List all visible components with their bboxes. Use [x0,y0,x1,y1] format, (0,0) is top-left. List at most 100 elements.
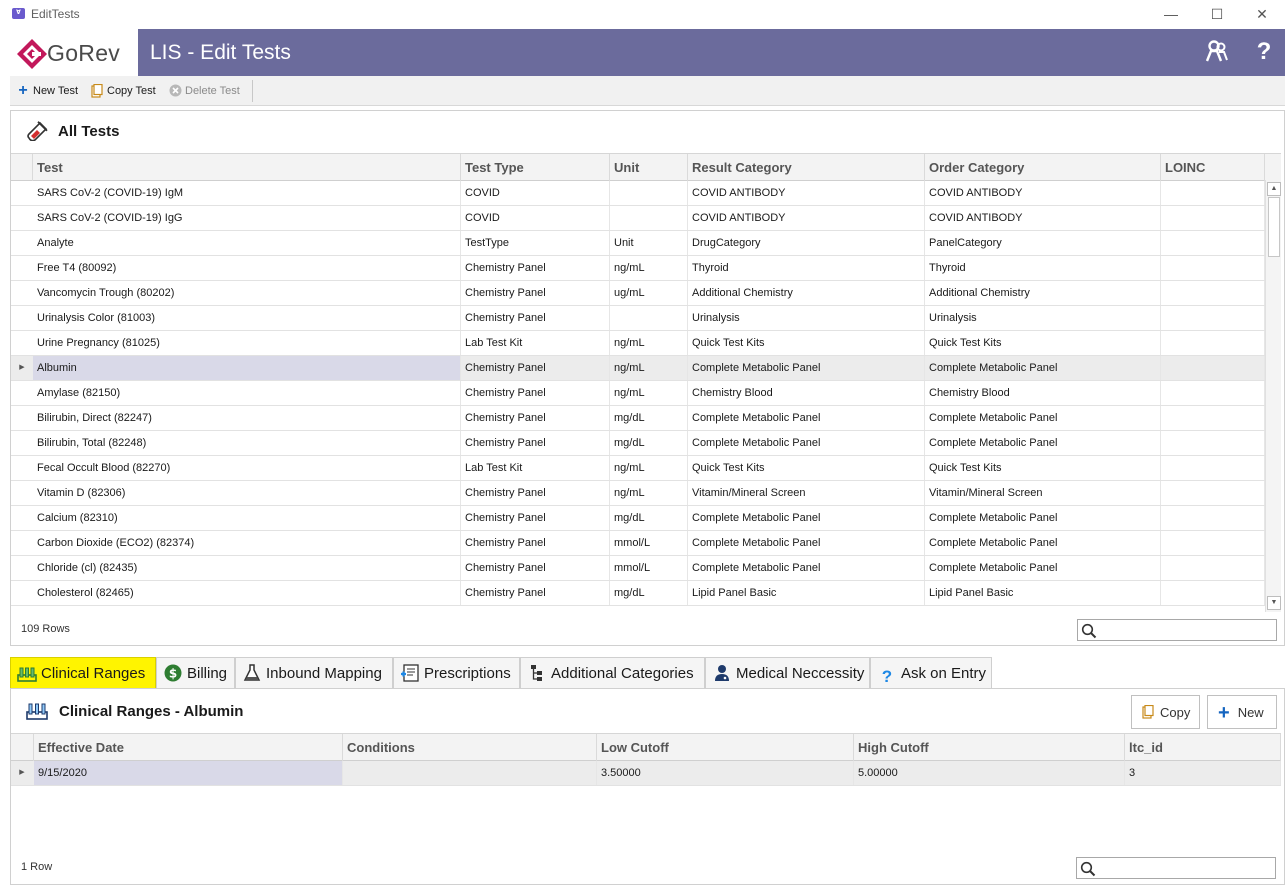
cell-loinc[interactable] [1161,306,1265,330]
cell-unit[interactable]: ng/mL [610,331,688,355]
cell-order-category[interactable]: Quick Test Kits [925,456,1161,480]
cell-order-category[interactable]: Lipid Panel Basic [925,581,1161,605]
cell-ltc-id[interactable]: 3 [1125,761,1281,785]
col-effective-date[interactable]: Effective Date [34,734,343,761]
cell-order-category[interactable]: PanelCategory [925,231,1161,255]
table-row[interactable]: Urinalysis Color (81003) Chemistry Panel U… [11,306,1281,331]
cell-loinc[interactable] [1161,456,1265,480]
cell-order-category[interactable]: Quick Test Kits [925,331,1161,355]
cell-unit[interactable]: ng/mL [610,256,688,280]
table-row[interactable]: SARS CoV-2 (COVID-19) IgM COVID COVID ANTI… [11,181,1281,206]
cell-loinc[interactable] [1161,256,1265,280]
cell-order-category[interactable]: Vitamin/Mineral Screen [925,481,1161,505]
cell-result-category[interactable]: Lipid Panel Basic [688,581,925,605]
cell-unit[interactable] [610,206,688,230]
all-tests-scrollbar[interactable]: ▲ ▼ [1265,180,1281,612]
col-loinc[interactable]: LOINC [1161,154,1265,181]
cell-result-category[interactable]: Complete Metabolic Panel [688,431,925,455]
cell-test-type[interactable]: TestType [461,231,610,255]
cell-result-category[interactable]: Quick Test Kits [688,331,925,355]
cell-test[interactable]: Calcium (82310) [33,506,461,530]
col-test[interactable]: Test [33,154,461,181]
close-button[interactable]: ✕ [1239,2,1285,26]
cell-test-type[interactable]: Chemistry Panel [461,406,610,430]
tab-prescriptions[interactable]: Prescriptions [393,657,520,688]
cell-result-category[interactable]: Complete Metabolic Panel [688,406,925,430]
table-row[interactable]: Bilirubin, Direct (82247) Chemistry Panel… [11,406,1281,431]
table-row[interactable]: Chloride (cl) (82435) Chemistry Panel mmol… [11,556,1281,581]
cell-test[interactable]: Bilirubin, Total (82248) [33,431,461,455]
cell-result-category[interactable]: Complete Metabolic Panel [688,556,925,580]
cell-high-cutoff[interactable]: 5.00000 [854,761,1125,785]
cell-order-category[interactable]: Chemistry Blood [925,381,1161,405]
table-row[interactable]: ▶ Albumin Chemistry Panel ng/mL Complete Met… [11,356,1281,381]
cell-unit[interactable]: ng/mL [610,381,688,405]
table-row[interactable]: Amylase (82150) Chemistry Panel ng/mL Chemi… [11,381,1281,406]
cell-test[interactable]: SARS CoV-2 (COVID-19) IgM [33,181,461,205]
col-conditions[interactable]: Conditions [343,734,597,761]
cell-loinc[interactable] [1161,531,1265,555]
cell-loinc[interactable] [1161,431,1265,455]
cell-test[interactable]: Albumin [33,356,461,380]
cell-test-type[interactable]: COVID [461,206,610,230]
col-test-type[interactable]: Test Type [461,154,610,181]
cell-order-category[interactable]: Complete Metabolic Panel [925,556,1161,580]
cell-unit[interactable]: mmol/L [610,556,688,580]
cell-test[interactable]: Vitamin D (82306) [33,481,461,505]
cell-order-category[interactable]: Complete Metabolic Panel [925,506,1161,530]
cell-test-type[interactable]: Chemistry Panel [461,531,610,555]
cell-test-type[interactable]: Chemistry Panel [461,256,610,280]
cell-effective-date[interactable]: 9/15/2020 [34,761,343,785]
cell-loinc[interactable] [1161,506,1265,530]
cell-loinc[interactable] [1161,206,1265,230]
tab-medical-necessity[interactable]: Medical Neccessity [705,657,870,688]
cell-unit[interactable]: mg/dL [610,431,688,455]
cell-test-type[interactable]: Chemistry Panel [461,506,610,530]
cell-order-category[interactable]: Thyroid [925,256,1161,280]
cell-test[interactable]: Urine Pregnancy (81025) [33,331,461,355]
cell-result-category[interactable]: Vitamin/Mineral Screen [688,481,925,505]
table-row[interactable]: ▶ 9/15/2020 3.50000 5.00000 3 [11,761,1281,786]
table-row[interactable]: Fecal Occult Blood (82270) Lab Test Kit ng… [11,456,1281,481]
cell-loinc[interactable] [1161,181,1265,205]
cell-loinc[interactable] [1161,381,1265,405]
cell-order-category[interactable]: Complete Metabolic Panel [925,406,1161,430]
cell-loinc[interactable] [1161,556,1265,580]
cell-order-category[interactable]: COVID ANTIBODY [925,206,1161,230]
cell-order-category[interactable]: Additional Chemistry [925,281,1161,305]
cell-unit[interactable]: Unit [610,231,688,255]
new-test-button[interactable]: + New Test [16,83,78,99]
col-ltc-id[interactable]: ltc_id [1125,734,1281,761]
cell-low-cutoff[interactable]: 3.50000 [597,761,854,785]
table-row[interactable]: SARS CoV-2 (COVID-19) IgG COVID COVID ANTI… [11,206,1281,231]
cell-loinc[interactable] [1161,581,1265,605]
cell-test-type[interactable]: Chemistry Panel [461,481,610,505]
clinical-ranges-search-input[interactable] [1076,857,1276,879]
cell-unit[interactable]: ng/mL [610,481,688,505]
scroll-up-arrow-icon[interactable]: ▲ [1267,182,1281,196]
cell-unit[interactable]: mmol/L [610,531,688,555]
cell-loinc[interactable] [1161,481,1265,505]
col-high-cutoff[interactable]: High Cutoff [854,734,1125,761]
all-tests-search-input[interactable] [1077,619,1277,641]
scroll-down-arrow-icon[interactable]: ▼ [1267,596,1281,610]
cell-result-category[interactable]: Complete Metabolic Panel [688,506,925,530]
tab-additional-categories[interactable]: Additional Categories [520,657,705,688]
cell-test-type[interactable]: Chemistry Panel [461,356,610,380]
cell-unit[interactable]: ug/mL [610,281,688,305]
col-low-cutoff[interactable]: Low Cutoff [597,734,854,761]
cell-test[interactable]: SARS CoV-2 (COVID-19) IgG [33,206,461,230]
cell-order-category[interactable]: Complete Metabolic Panel [925,531,1161,555]
tab-billing[interactable]: $ Billing [156,657,235,688]
cell-test[interactable]: Fecal Occult Blood (82270) [33,456,461,480]
cell-test-type[interactable]: Chemistry Panel [461,281,610,305]
cell-test[interactable]: Analyte [33,231,461,255]
cell-loinc[interactable] [1161,231,1265,255]
col-order-category[interactable]: Order Category [925,154,1161,181]
col-result-category[interactable]: Result Category [688,154,925,181]
tab-clinical-ranges[interactable]: Clinical Ranges [10,657,156,688]
tab-ask-on-entry[interactable]: ? Ask on Entry [870,657,992,688]
cell-unit[interactable] [610,181,688,205]
table-row[interactable]: Carbon Dioxide (ECO2) (82374) Chemistry P… [11,531,1281,556]
cell-order-category[interactable]: Complete Metabolic Panel [925,431,1161,455]
